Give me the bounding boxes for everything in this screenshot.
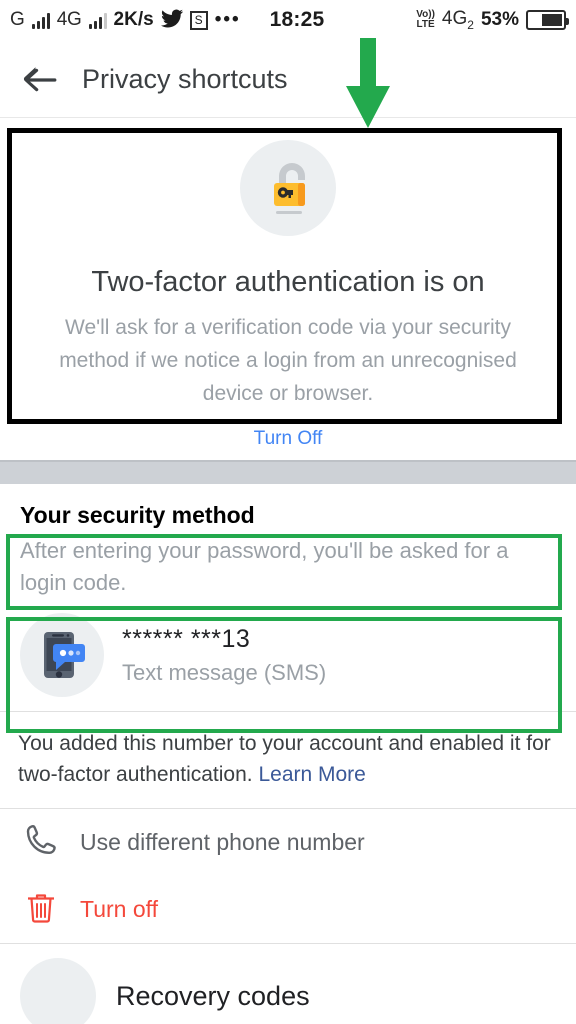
phone-sms-icon — [20, 613, 104, 697]
volte-bottom-label: LTE — [416, 18, 435, 30]
turn-off-link[interactable]: Turn Off — [0, 428, 576, 450]
app-bar: Privacy shortcuts — [0, 40, 576, 118]
annotation-down-arrow-icon — [346, 38, 390, 128]
unlocked-padlock-icon — [240, 140, 336, 236]
learn-more-link[interactable]: Learn More — [258, 763, 365, 786]
data-speed-indicator: 2K/s — [113, 9, 154, 30]
trash-icon — [24, 890, 58, 929]
battery-icon — [526, 9, 569, 30]
security-method-description: After entering your password, you'll be … — [20, 538, 509, 595]
security-method-section: Your security method After entering your… — [0, 484, 576, 1024]
network-type-left: 4G — [56, 9, 82, 30]
turn-off-row-label: Turn off — [80, 896, 158, 922]
twitter-bird-icon — [160, 9, 183, 32]
security-method-text: ****** ***13 Text message (SMS) — [122, 625, 326, 686]
status-bar-clock: 18:25 — [269, 8, 325, 31]
two-factor-status-card: Two-factor authentication is on We'll as… — [0, 120, 576, 410]
back-button[interactable] — [8, 66, 72, 92]
security-method-heading: Your security method — [20, 502, 255, 528]
s-badge-icon: S — [189, 10, 208, 30]
phone-handset-icon — [24, 823, 58, 862]
carrier-letter: G — [10, 9, 25, 30]
signal-bars-icon-2 — [88, 12, 107, 29]
recovery-codes-avatar — [20, 958, 96, 1024]
status-bar: G 4G 2K/s S ••• 18:25 Vo)) LTE 4G2 53% — [0, 0, 576, 40]
back-arrow-icon — [23, 67, 57, 92]
recovery-codes-row[interactable]: Recovery codes — [0, 944, 576, 1024]
phone-screen: G 4G 2K/s S ••• 18:25 Vo)) LTE 4G2 53% P… — [0, 0, 576, 1024]
recovery-codes-label: Recovery codes — [116, 980, 310, 1011]
network-type-right: 4G2 — [441, 8, 474, 32]
battery-percent-label: 53% — [480, 8, 519, 30]
status-bar-right: Vo)) LTE 4G2 53% — [416, 8, 569, 32]
security-method-type: Text message (SMS) — [122, 659, 327, 685]
use-different-phone-number-label: Use different phone number — [80, 829, 365, 855]
overflow-dots-icon: ••• — [214, 9, 241, 30]
two-factor-status-title: Two-factor authentication is on — [91, 266, 485, 298]
masked-phone-number: ****** ***13 — [122, 624, 251, 653]
signal-bars-icon-1 — [31, 12, 50, 29]
use-different-phone-number-row[interactable]: Use different phone number — [0, 809, 576, 876]
page-title: Privacy shortcuts — [82, 63, 288, 94]
security-method-note: You added this number to your account an… — [0, 712, 576, 808]
turn-off-link-label: Turn Off — [253, 428, 323, 449]
security-method-row[interactable]: ****** ***13 Text message (SMS) — [0, 599, 576, 711]
volte-icon: Vo)) LTE — [416, 9, 435, 30]
status-bar-left: G 4G 2K/s S ••• 18:25 — [10, 8, 324, 32]
section-separator-band — [0, 462, 576, 484]
turn-off-row[interactable]: Turn off — [0, 876, 576, 943]
two-factor-status-description: We'll ask for a verification code via yo… — [59, 316, 517, 405]
app-bar-divider — [0, 117, 576, 118]
